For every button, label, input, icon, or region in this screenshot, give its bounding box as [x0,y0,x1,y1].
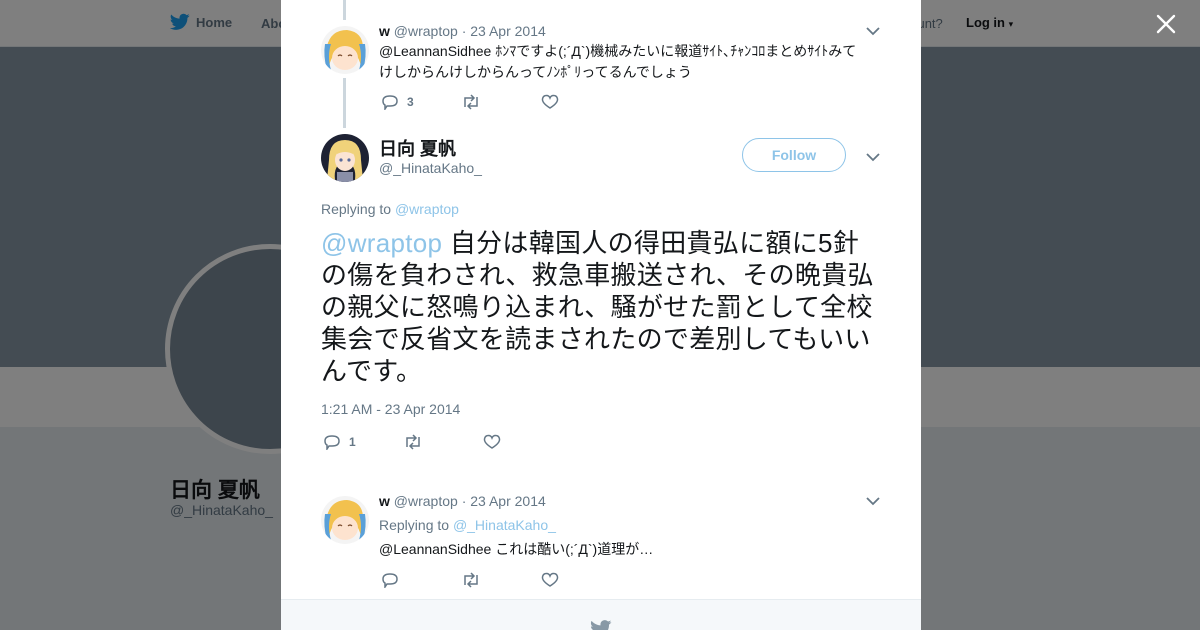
tweet-timestamp[interactable]: 1:21 AM - 23 Apr 2014 [321,401,460,417]
replying-to: Replying to @_HinataKaho_ [379,517,556,533]
tweet-actions: 3 [381,92,621,112]
like-icon [483,434,501,449]
reply-count: 3 [407,95,414,109]
retweet-button[interactable] [461,572,541,588]
retweet-button[interactable] [461,94,541,110]
author-name[interactable]: w [379,23,390,39]
author-handle[interactable]: @wraptop [394,23,458,39]
avatar[interactable] [321,134,369,182]
tweet-modal: w @wraptop · 23 Apr 2014 @LeannanSidhee … [281,0,921,630]
tweet-header: w @wraptop · 23 Apr 2014 [379,493,546,509]
avatar[interactable] [321,496,369,544]
tweet-actions [381,570,621,590]
chevron-down-icon[interactable] [865,23,881,39]
thread-connector [343,0,346,20]
tweet-text: @LeannanSidhee ﾎﾝﾏですよ(;´Д`)機械みたいに報道ｻｲﾄ､ﾁ… [379,41,899,83]
reply-button[interactable]: 3 [381,94,461,110]
like-icon [541,94,559,109]
main-tweet-text: @wraptop 自分は韓国人の得田貴弘に額に5針の傷を負わされ、救急車搬送され… [321,227,881,387]
modal-footer [281,599,921,630]
close-icon[interactable] [1150,8,1182,40]
tweet-date[interactable]: · 23 Apr 2014 [462,493,546,509]
thread-connector [343,78,346,128]
author-name[interactable]: w [379,493,390,509]
replying-label: Replying to [379,517,450,533]
tweet-text: @LeannanSidhee これは酷い(;´Д`)道理が… [379,541,654,557]
author-handle[interactable]: @wraptop [394,493,458,509]
chevron-down-icon[interactable] [865,149,881,165]
tweet-date[interactable]: · 23 Apr 2014 [462,23,546,39]
reply-button[interactable]: 1 [323,434,403,450]
reply-icon [382,95,398,110]
like-button[interactable] [541,94,621,110]
retweet-icon [464,94,478,110]
replying-to: Replying to @wraptop [321,201,459,217]
retweet-icon [464,572,478,588]
retweet-button[interactable] [403,434,483,450]
follow-button[interactable]: Follow [742,138,846,172]
like-button[interactable] [541,572,621,588]
avatar[interactable] [321,26,369,74]
reply-button[interactable] [381,572,461,588]
mention-link[interactable]: @wraptop [321,228,442,258]
tweet-actions: 1 [323,432,563,452]
like-button[interactable] [483,434,563,450]
chevron-down-icon[interactable] [865,493,881,509]
reply-icon [324,435,340,450]
retweet-icon [406,434,420,450]
author-name[interactable]: 日向 夏帆 [379,135,456,161]
replying-handle-link[interactable]: @wraptop [395,201,459,217]
like-icon [541,572,559,587]
reply-icon [382,573,398,588]
tweet-text-line: けしからんけしからんってﾉﾝﾎﾟﾘってるんでしょう [379,64,692,80]
reply-count: 1 [349,435,356,449]
twitter-bird-icon [590,620,612,630]
author-handle[interactable]: @_HinataKaho_ [379,160,482,176]
tweet-header: w @wraptop · 23 Apr 2014 [379,23,546,39]
replying-label: Replying to [321,201,392,217]
tweet-text-line: @LeannanSidhee ﾎﾝﾏですよ(;´Д`)機械みたいに報道ｻｲﾄ､ﾁ… [379,43,857,59]
replying-handle-link[interactable]: @_HinataKaho_ [453,517,556,533]
